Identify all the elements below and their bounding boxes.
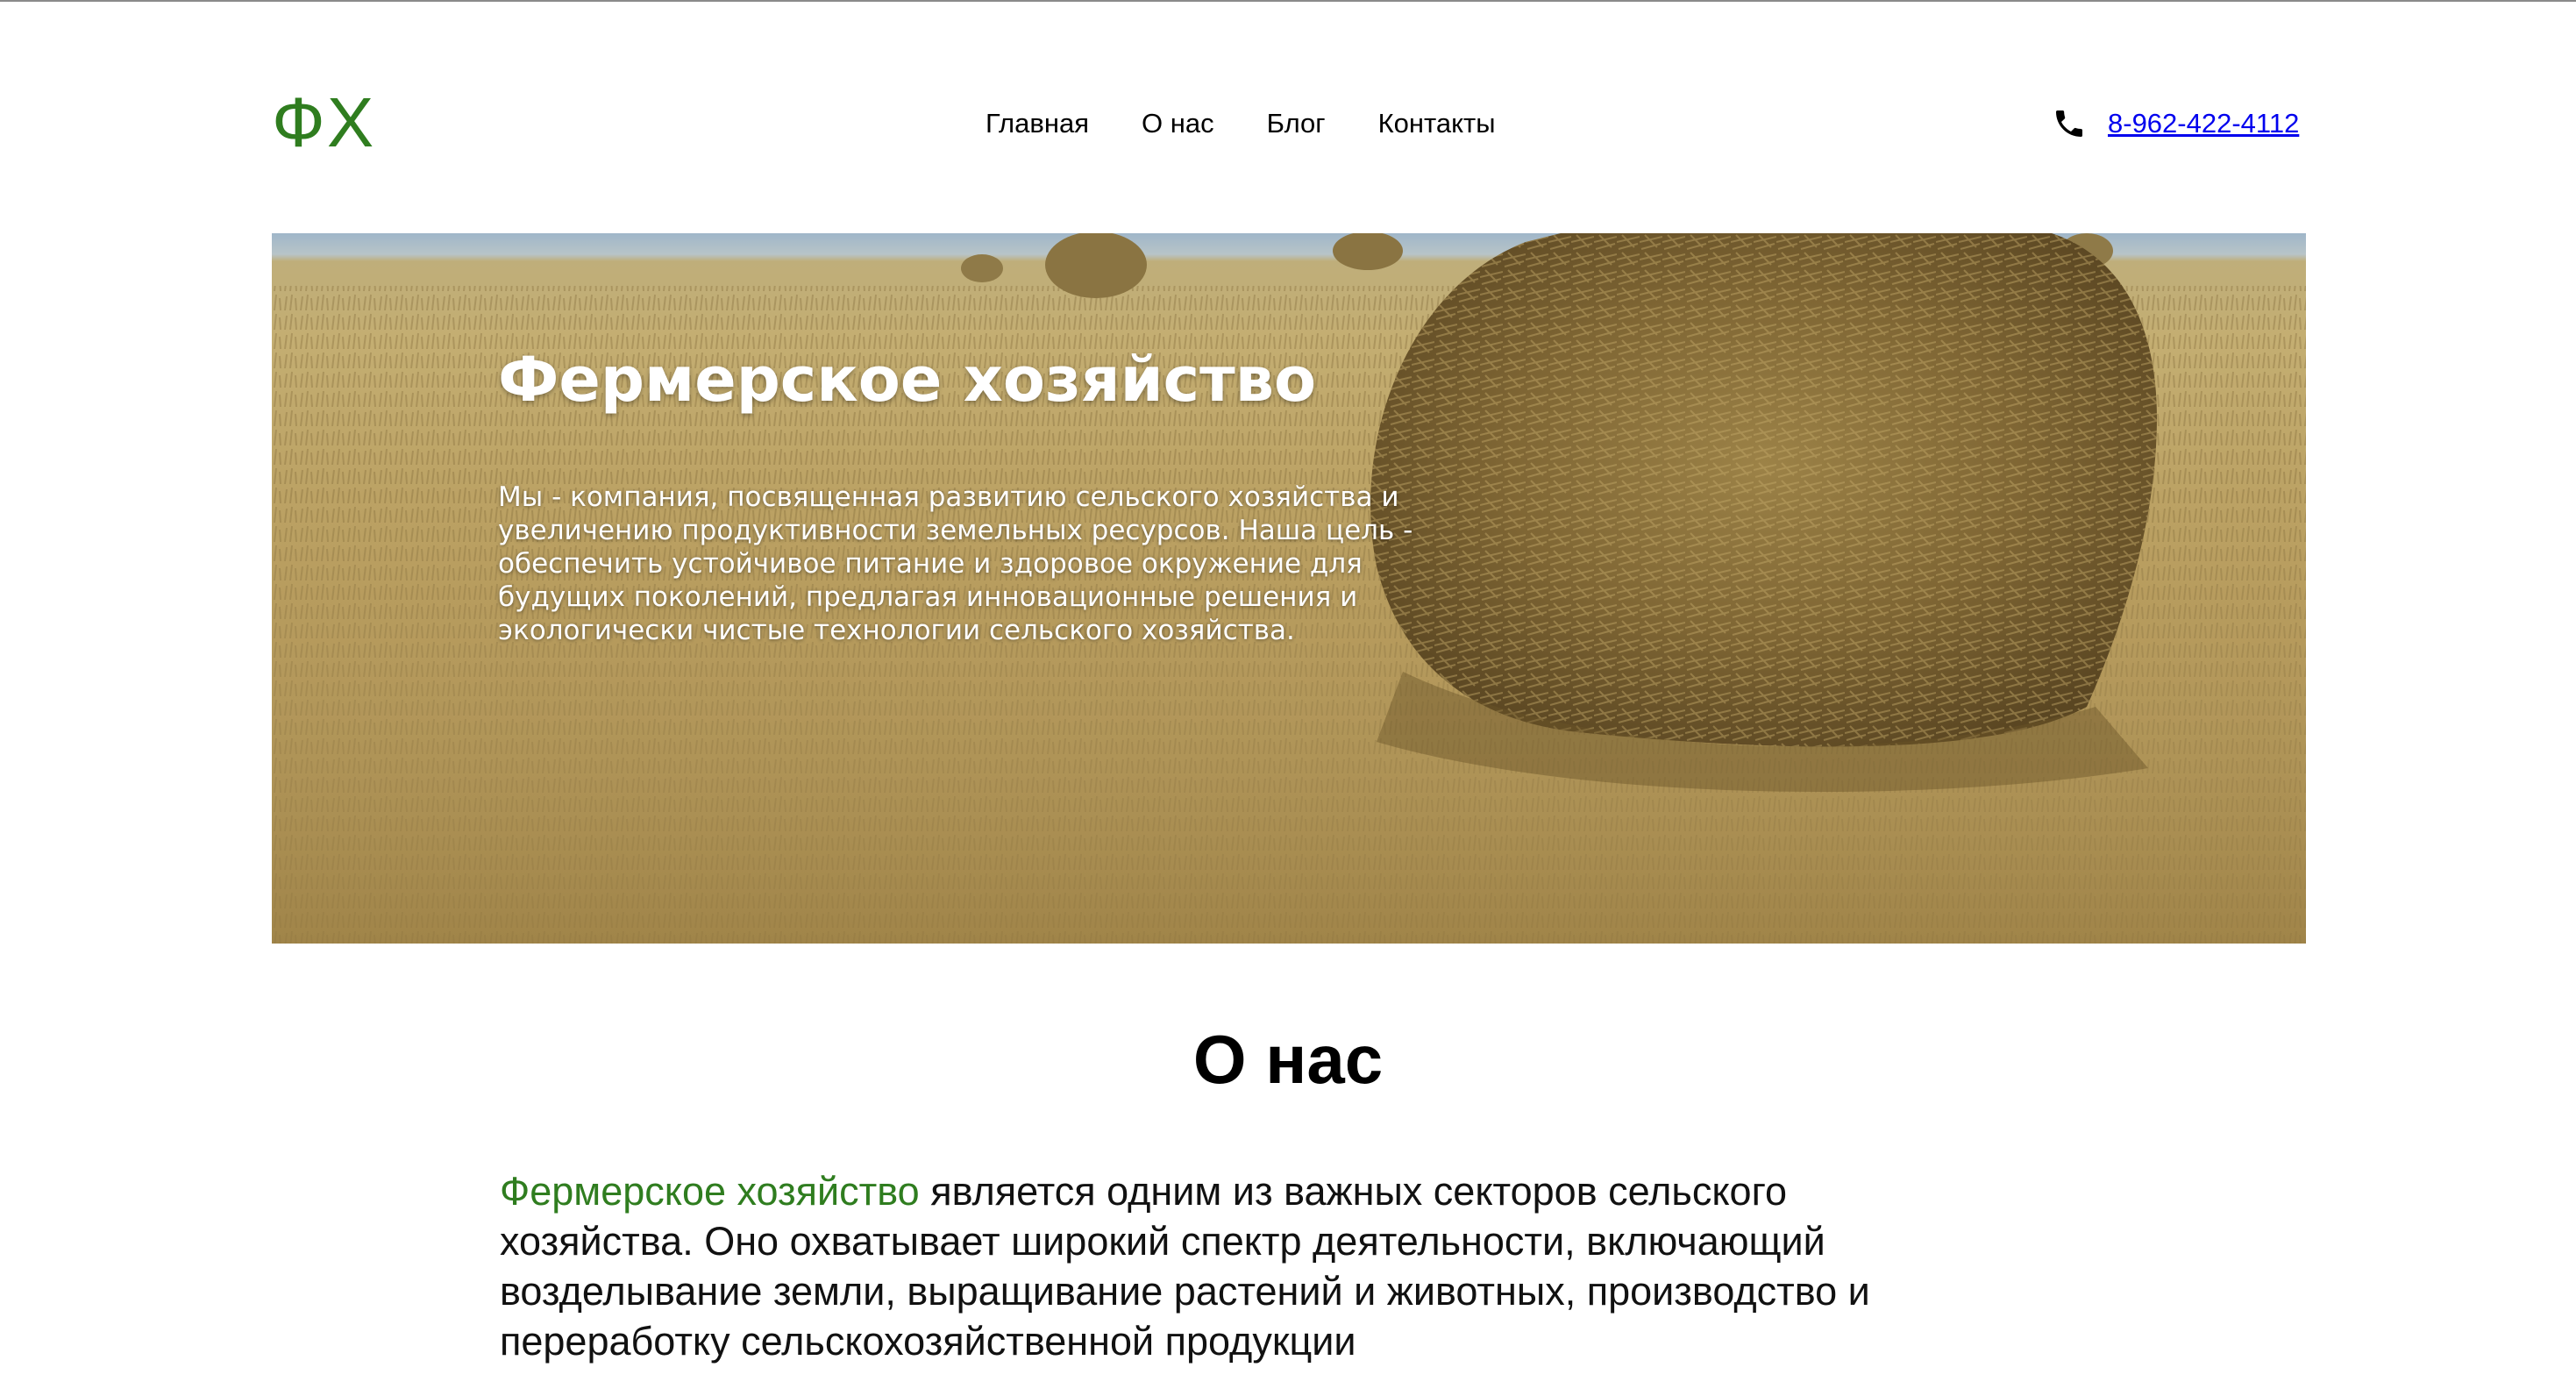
- nav-item-blog[interactable]: Блог: [1267, 102, 1326, 146]
- nav-item-contacts[interactable]: Контакты: [1378, 102, 1496, 146]
- phone-link[interactable]: 8-962-422-4112: [2108, 108, 2299, 139]
- hero-description: Мы - компания, посвященная развитию сель…: [498, 481, 1413, 646]
- hero-banner: Фермерское хозяйство Мы - компания, посв…: [272, 233, 2306, 944]
- site-logo[interactable]: ФХ: [272, 81, 375, 165]
- phone-contact: 8-962-422-4112: [2052, 102, 2299, 146]
- phone-icon: [2052, 106, 2087, 141]
- top-border: [0, 0, 2576, 2]
- about-heading: О нас: [1192, 1021, 1384, 1098]
- main-nav: Главная О нас Блог Контакты: [986, 102, 1495, 146]
- nav-item-home[interactable]: Главная: [986, 102, 1089, 146]
- about-highlight: Фермерское хозяйство: [500, 1169, 920, 1214]
- about-paragraph: Фермерское хозяйство является одним из в…: [500, 1166, 1990, 1366]
- nav-item-about[interactable]: О нас: [1142, 102, 1214, 146]
- hero-title: Фермерское хозяйство: [498, 344, 1317, 416]
